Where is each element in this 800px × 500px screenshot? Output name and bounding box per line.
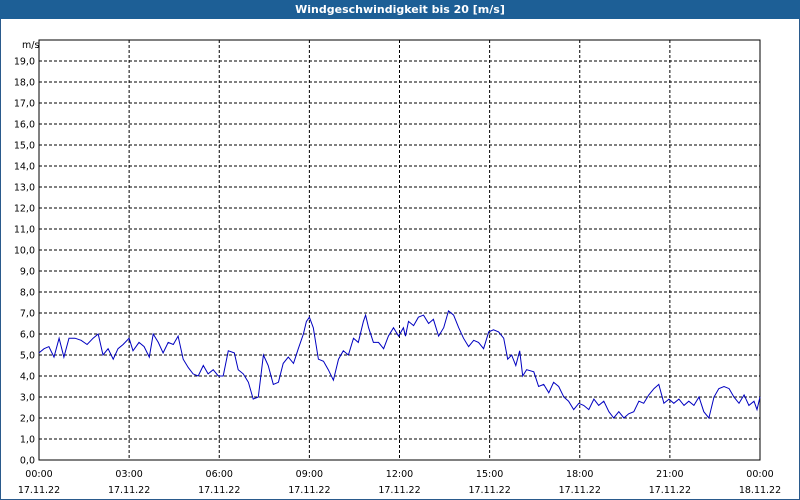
y-tick-label: 15,0 [14,141,35,152]
x-axis-ticks: 00:00 17.11.22 03:00 17.11.22 06:00 17.11.22 0… [18,469,781,496]
y-tick-label: 9,0 [20,267,35,278]
x-tick-time: 06:00 [206,469,233,480]
x-tick-time: 00:00 [746,469,773,480]
y-tick-label: 18,0 [14,78,35,89]
y-tick-label: 7,0 [20,309,35,320]
y-tick-label: 14,0 [14,162,35,173]
x-tick-date: 17.11.22 [288,485,330,496]
y-tick-label: 0,0 [20,456,35,467]
x-tick-time: 00:00 [25,469,52,480]
y-tick-label: 2,0 [20,414,35,425]
x-tick-date: 17.11.22 [18,485,60,496]
y-tick-label: 4,0 [20,372,35,383]
x-tick-date: 17.11.22 [649,485,691,496]
wind-speed-chart: 0,0 1,0 2,0 3,0 4,0 5,0 6,0 7,0 8,0 9,0 10,0 11,0 12… [14,39,781,496]
x-tick-date: 17.11.22 [108,485,150,496]
y-tick-label: 3,0 [20,393,35,404]
x-tick-date: 17.11.22 [198,485,240,496]
y-tick-label: 17,0 [14,99,35,110]
y-tick-label: 5,0 [20,351,35,362]
x-tick-time: 12:00 [386,469,413,480]
x-tick-time: 15:00 [476,469,503,480]
x-tick-time: 21:00 [656,469,683,480]
y-tick-label: 10,0 [14,246,35,257]
x-tick-date: 17.11.22 [559,485,601,496]
y-tick-label: 6,0 [20,330,35,341]
y-axis-ticks: 0,0 1,0 2,0 3,0 4,0 5,0 6,0 7,0 8,0 9,0 10,0 11,0 12… [14,57,35,467]
x-tick-time: 03:00 [115,469,142,480]
y-tick-label: 13,0 [14,183,35,194]
x-tick-date: 17.11.22 [468,485,510,496]
x-tick-time: 09:00 [296,469,323,480]
y-axis-label: m/s [22,40,39,51]
y-tick-label: 11,0 [14,225,35,236]
y-tick-label: 12,0 [14,204,35,215]
y-tick-label: 16,0 [14,120,35,131]
y-tick-label: 1,0 [20,435,35,446]
x-tick-date: 18.11.22 [739,485,781,496]
x-tick-time: 18:00 [566,469,593,480]
y-tick-label: 19,0 [14,57,35,68]
y-tick-label: 8,0 [20,288,35,299]
x-tick-date: 17.11.22 [378,485,420,496]
